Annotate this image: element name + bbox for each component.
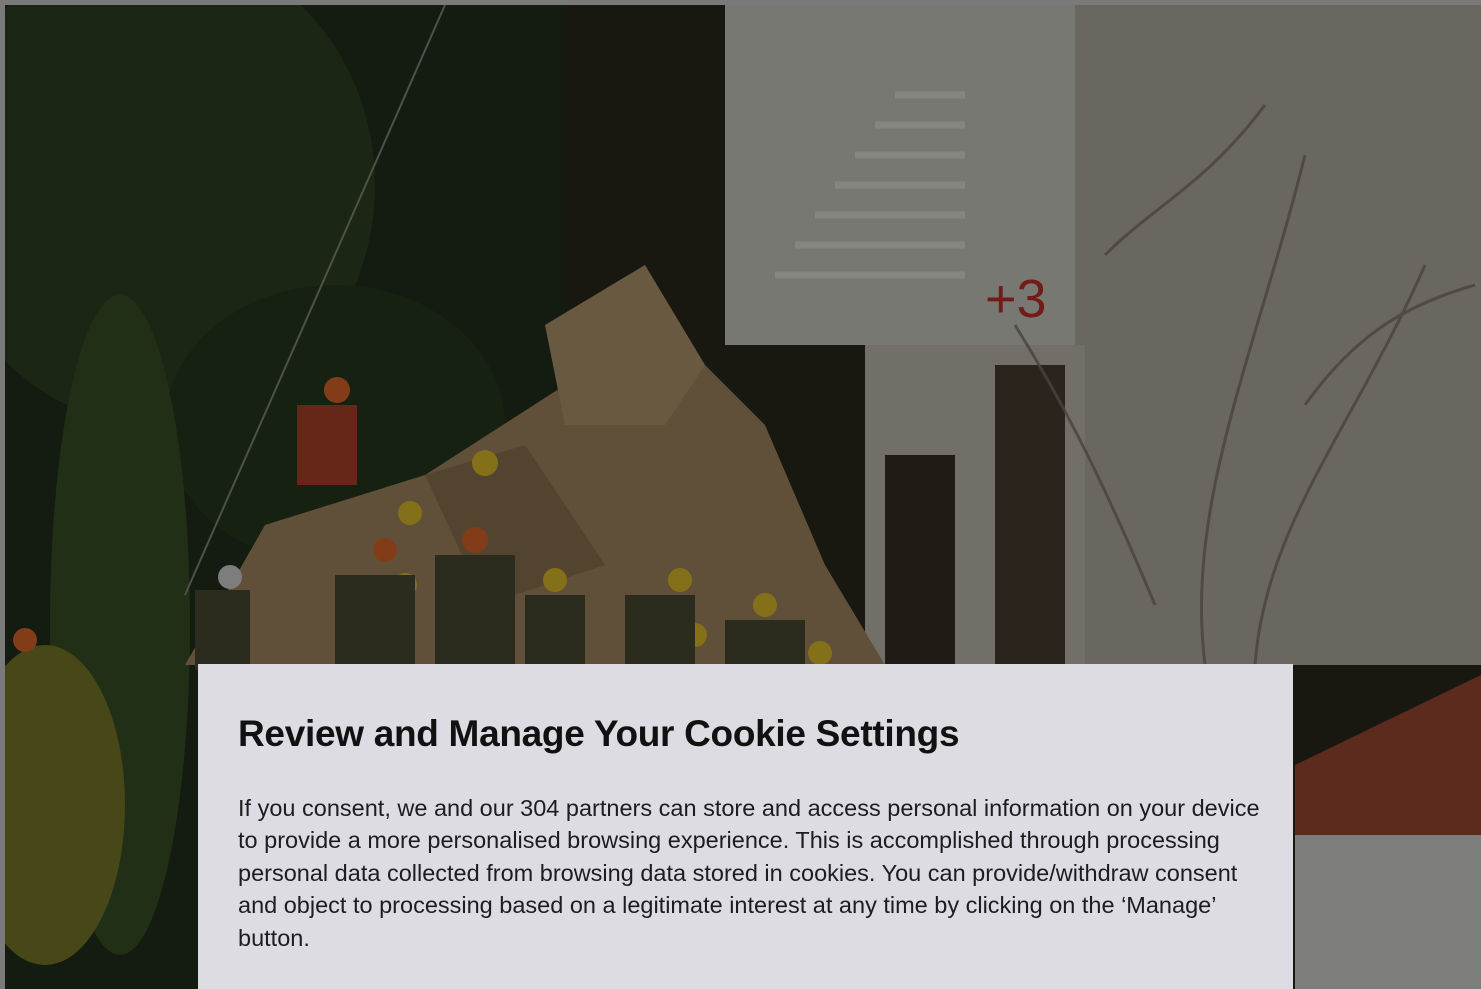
cookie-dialog-description: If you consent, we and our 304 partners … bbox=[238, 795, 1260, 951]
cookie-consent-dialog: Review and Manage Your Cookie Settings I… bbox=[198, 664, 1293, 989]
cookie-dialog-title: Review and Manage Your Cookie Settings bbox=[238, 713, 960, 754]
page-viewport: +3 Review and Manage Your Cookie Setting… bbox=[5, 5, 1481, 989]
